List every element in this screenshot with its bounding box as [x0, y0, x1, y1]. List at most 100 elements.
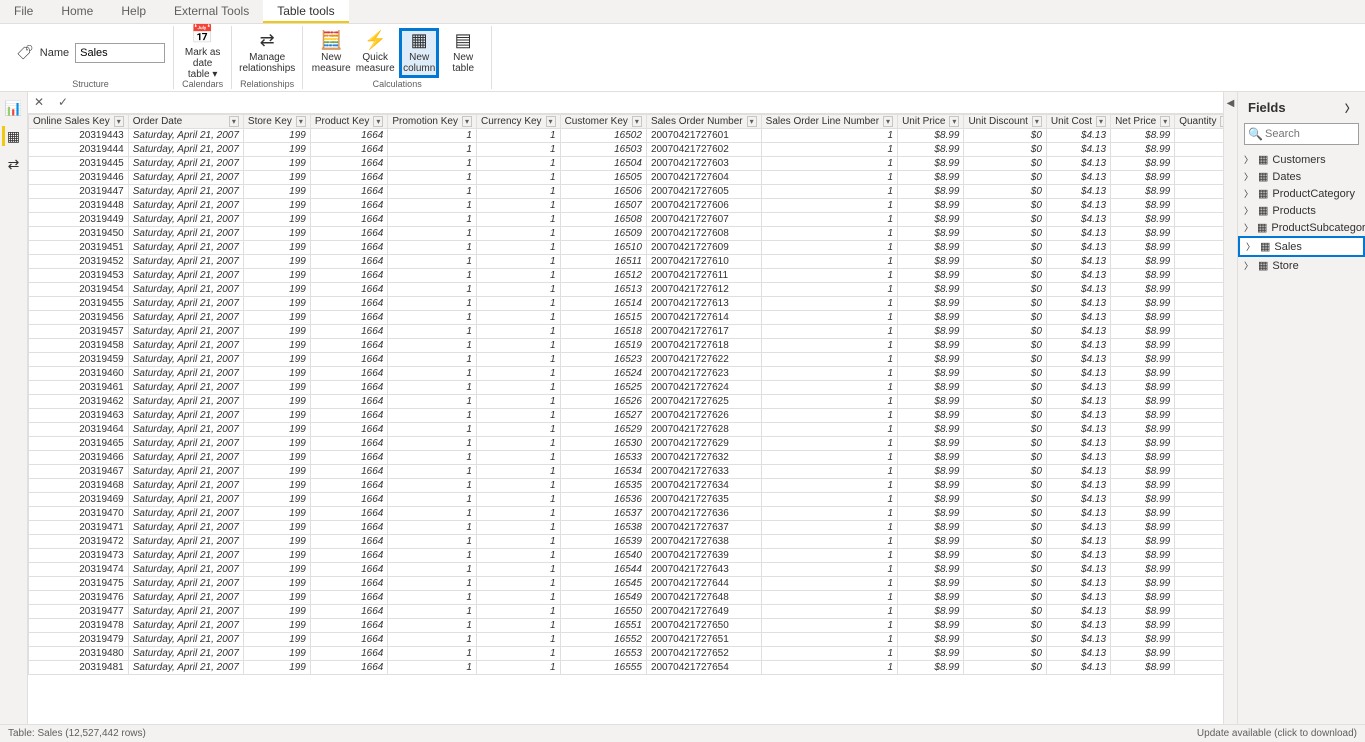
table-row[interactable]: 20319474Saturday, April 21, 200719916641…: [29, 563, 1224, 577]
table-row[interactable]: 20319449Saturday, April 21, 200719916641…: [29, 213, 1224, 227]
table-name-input[interactable]: [75, 43, 165, 63]
mark-as-date-button[interactable]: 📅Mark as date table ▾: [183, 28, 223, 78]
field-table-products[interactable]: 〉▦Products: [1238, 202, 1365, 219]
cell: $0: [964, 227, 1046, 241]
table-row[interactable]: 20319467Saturday, April 21, 200719916641…: [29, 465, 1224, 479]
filter-dropdown-icon[interactable]: ▾: [1096, 116, 1106, 127]
table-row[interactable]: 20319470Saturday, April 21, 200719916641…: [29, 507, 1224, 521]
col-header-online-sales-key[interactable]: Online Sales Key▾: [29, 115, 129, 129]
cell: $4.13: [1046, 535, 1110, 549]
filter-dropdown-icon[interactable]: ▾: [373, 116, 383, 127]
new-table-button[interactable]: ▤New table: [443, 28, 483, 78]
table-row[interactable]: 20319468Saturday, April 21, 200719916641…: [29, 479, 1224, 493]
table-row[interactable]: 20319478Saturday, April 21, 200719916641…: [29, 619, 1224, 633]
commit-formula-icon[interactable]: ✓: [58, 95, 74, 111]
report-view-button[interactable]: 📊: [4, 98, 24, 118]
col-header-unit-discount[interactable]: Unit Discount▾: [964, 115, 1046, 129]
col-header-unit-price[interactable]: Unit Price▾: [898, 115, 964, 129]
table-row[interactable]: 20319463Saturday, April 21, 200719916641…: [29, 409, 1224, 423]
filter-dropdown-icon[interactable]: ▾: [1032, 116, 1042, 127]
status-right[interactable]: Update available (click to download): [1197, 728, 1357, 739]
filter-dropdown-icon[interactable]: ▾: [949, 116, 959, 127]
ribbon-tab-table-tools[interactable]: Table tools: [263, 0, 348, 23]
col-header-customer-key[interactable]: Customer Key▾: [560, 115, 646, 129]
table-row[interactable]: 20319454Saturday, April 21, 200719916641…: [29, 283, 1224, 297]
cell: 199: [243, 549, 310, 563]
filter-dropdown-icon[interactable]: ▾: [114, 116, 124, 127]
table-row[interactable]: 20319465Saturday, April 21, 200719916641…: [29, 437, 1224, 451]
field-table-productcategory[interactable]: 〉▦ProductCategory: [1238, 185, 1365, 202]
col-header-quantity[interactable]: Quantity▾: [1175, 115, 1223, 129]
table-row[interactable]: 20319459Saturday, April 21, 200719916641…: [29, 353, 1224, 367]
table-row[interactable]: 20319480Saturday, April 21, 200719916641…: [29, 647, 1224, 661]
col-header-currency-key[interactable]: Currency Key▾: [476, 115, 560, 129]
field-table-customers[interactable]: 〉▦Customers: [1238, 151, 1365, 168]
grid-scroll[interactable]: Online Sales Key▾Order Date▾Store Key▾Pr…: [28, 114, 1223, 724]
filter-dropdown-icon[interactable]: ▾: [229, 116, 239, 127]
ribbon-tab-external-tools[interactable]: External Tools: [160, 0, 263, 23]
expand-icon[interactable]: 〉: [1345, 100, 1355, 115]
col-header-unit-cost[interactable]: Unit Cost▾: [1046, 115, 1110, 129]
table-row[interactable]: 20319475Saturday, April 21, 200719916641…: [29, 577, 1224, 591]
table-row[interactable]: 20319458Saturday, April 21, 200719916641…: [29, 339, 1224, 353]
table-row[interactable]: 20319448Saturday, April 21, 200719916641…: [29, 199, 1224, 213]
filter-dropdown-icon[interactable]: ▾: [296, 116, 306, 127]
table-row[interactable]: 20319462Saturday, April 21, 200719916641…: [29, 395, 1224, 409]
table-row[interactable]: 20319447Saturday, April 21, 200719916641…: [29, 185, 1224, 199]
ribbon-tab-home[interactable]: Home: [47, 0, 107, 23]
table-row[interactable]: 20319473Saturday, April 21, 200719916641…: [29, 549, 1224, 563]
table-row[interactable]: 20319445Saturday, April 21, 200719916641…: [29, 157, 1224, 171]
table-row[interactable]: 20319457Saturday, April 21, 200719916641…: [29, 325, 1224, 339]
table-row[interactable]: 20319466Saturday, April 21, 200719916641…: [29, 451, 1224, 465]
filter-dropdown-icon[interactable]: ▾: [1220, 116, 1223, 127]
table-row[interactable]: 20319461Saturday, April 21, 200719916641…: [29, 381, 1224, 395]
filter-dropdown-icon[interactable]: ▾: [462, 116, 472, 127]
field-table-sales[interactable]: 〉▦Sales: [1238, 236, 1365, 257]
table-row[interactable]: 20319443Saturday, April 21, 200719916641…: [29, 129, 1224, 143]
model-view-button[interactable]: ⇄: [4, 154, 24, 174]
filter-dropdown-icon[interactable]: ▾: [632, 116, 642, 127]
filter-dropdown-icon[interactable]: ▾: [546, 116, 556, 127]
col-header-product-key[interactable]: Product Key▾: [310, 115, 388, 129]
ribbon-tab-file[interactable]: File: [0, 0, 47, 23]
table-row[interactable]: 20319477Saturday, April 21, 200719916641…: [29, 605, 1224, 619]
table-row[interactable]: 20319481Saturday, April 21, 200719916641…: [29, 661, 1224, 675]
new-measure-button[interactable]: 🧮New measure: [311, 28, 351, 78]
data-view-button[interactable]: ▦: [2, 126, 22, 146]
table-row[interactable]: 20319479Saturday, April 21, 200719916641…: [29, 633, 1224, 647]
filter-dropdown-icon[interactable]: ▾: [1160, 116, 1170, 127]
field-table-productsubcategory[interactable]: 〉▦ProductSubcategory: [1238, 219, 1365, 236]
new-column-button[interactable]: ▦New column: [399, 28, 439, 78]
cancel-formula-icon[interactable]: ✕: [34, 95, 50, 111]
table-row[interactable]: 20319455Saturday, April 21, 200719916641…: [29, 297, 1224, 311]
table-row[interactable]: 20319444Saturday, April 21, 200719916641…: [29, 143, 1224, 157]
col-header-store-key[interactable]: Store Key▾: [243, 115, 310, 129]
table-row[interactable]: 20319476Saturday, April 21, 200719916641…: [29, 591, 1224, 605]
col-header-promotion-key[interactable]: Promotion Key▾: [388, 115, 477, 129]
cell: $8.99: [898, 605, 964, 619]
filter-dropdown-icon[interactable]: ▾: [883, 116, 893, 127]
table-row[interactable]: 20319446Saturday, April 21, 200719916641…: [29, 171, 1224, 185]
table-row[interactable]: 20319464Saturday, April 21, 200719916641…: [29, 423, 1224, 437]
table-row[interactable]: 20319452Saturday, April 21, 200719916641…: [29, 255, 1224, 269]
field-table-store[interactable]: 〉▦Store: [1238, 257, 1365, 274]
col-header-net-price[interactable]: Net Price▾: [1111, 115, 1175, 129]
table-row[interactable]: 20319471Saturday, April 21, 200719916641…: [29, 521, 1224, 535]
quick-measure-button[interactable]: ⚡Quick measure: [355, 28, 395, 78]
col-header-sales-order-number[interactable]: Sales Order Number▾: [646, 115, 761, 129]
col-header-order-date[interactable]: Order Date▾: [128, 115, 243, 129]
table-row[interactable]: 20319456Saturday, April 21, 200719916641…: [29, 311, 1224, 325]
table-row[interactable]: 20319451Saturday, April 21, 200719916641…: [29, 241, 1224, 255]
filter-dropdown-icon[interactable]: ▾: [747, 116, 757, 127]
field-table-dates[interactable]: 〉▦Dates: [1238, 168, 1365, 185]
cell: 1: [388, 339, 477, 353]
table-row[interactable]: 20319453Saturday, April 21, 200719916641…: [29, 269, 1224, 283]
table-row[interactable]: 20319469Saturday, April 21, 200719916641…: [29, 493, 1224, 507]
table-row[interactable]: 20319460Saturday, April 21, 200719916641…: [29, 367, 1224, 381]
ribbon-tab-help[interactable]: Help: [107, 0, 160, 23]
collapse-pane-button[interactable]: ◀: [1223, 92, 1237, 724]
table-row[interactable]: 20319472Saturday, April 21, 200719916641…: [29, 535, 1224, 549]
col-header-sales-order-line-number[interactable]: Sales Order Line Number▾: [761, 115, 897, 129]
manage-relationships-button[interactable]: ⇄Manage relationships: [247, 28, 287, 78]
table-row[interactable]: 20319450Saturday, April 21, 200719916641…: [29, 227, 1224, 241]
